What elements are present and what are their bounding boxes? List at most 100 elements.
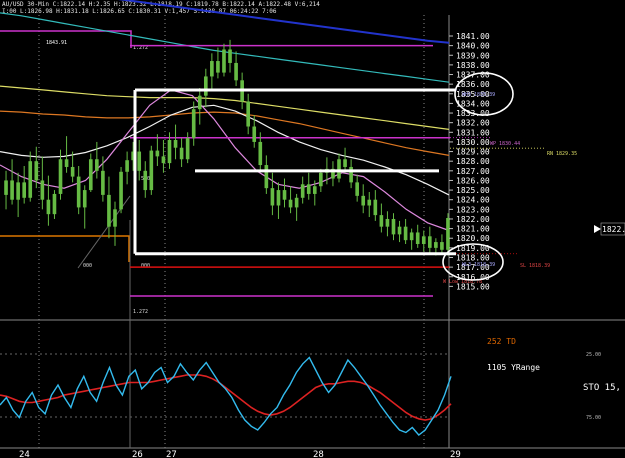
candle-body bbox=[373, 199, 378, 216]
price-tick-label: 1828.00 bbox=[456, 157, 490, 166]
candle-body bbox=[143, 170, 148, 191]
price-axis: 1841.001840.001839.001838.001837.001836.… bbox=[449, 32, 490, 291]
candle-body bbox=[210, 61, 214, 77]
price-tick-label: 1841.00 bbox=[456, 32, 490, 41]
candle-body bbox=[137, 151, 142, 171]
price-tick-label: 1822.00 bbox=[456, 215, 490, 224]
candle-body bbox=[58, 159, 63, 194]
wh3-label: WH3 1835.39 bbox=[462, 92, 495, 98]
candle-body bbox=[361, 195, 366, 206]
candle-body bbox=[391, 218, 396, 235]
price-tick-label: 1840.00 bbox=[456, 42, 490, 51]
price-tick-label: 1826.00 bbox=[456, 176, 490, 185]
candle-body bbox=[312, 186, 317, 194]
candle-body bbox=[70, 166, 75, 177]
chart-canvas[interactable]: AU/USD 30-Min C:1822.14 H:2.35 H:1823.32… bbox=[0, 0, 625, 458]
candle-body bbox=[46, 199, 51, 215]
price-tick-label: 1829.00 bbox=[456, 148, 490, 157]
date-tick-label: 27 bbox=[166, 450, 177, 458]
candle-body bbox=[288, 199, 293, 208]
candle-body bbox=[173, 140, 178, 148]
price-tick-label: 1820.00 bbox=[456, 234, 490, 243]
candle-body bbox=[337, 159, 341, 179]
price-tick-label: 1838.00 bbox=[456, 61, 490, 70]
candle-body bbox=[101, 170, 105, 195]
ma-line-white_ma bbox=[0, 104, 450, 196]
candle-body bbox=[234, 62, 238, 81]
candle-body bbox=[434, 242, 438, 248]
candle-body bbox=[264, 165, 269, 189]
candle-body bbox=[397, 226, 402, 235]
candle-body bbox=[40, 180, 45, 200]
chart-window: AU/USD 30-Min C:1822.14 H:2.35 H:1823.32… bbox=[0, 0, 625, 458]
candle-body bbox=[300, 184, 305, 198]
candle-body bbox=[258, 141, 263, 166]
candle-body bbox=[76, 176, 81, 208]
candle-body bbox=[319, 172, 323, 187]
candle-body bbox=[4, 180, 8, 195]
candle-body bbox=[282, 190, 287, 200]
candle-body bbox=[446, 218, 450, 250]
price-tick-label: 1824.00 bbox=[456, 196, 490, 205]
candle-body bbox=[167, 140, 172, 164]
moving-average-lines bbox=[0, 0, 450, 232]
rn-label: RN 1829.35 bbox=[547, 151, 577, 157]
candle-body bbox=[421, 236, 426, 245]
last-price-marker bbox=[594, 225, 601, 233]
orange-step-line bbox=[0, 235, 130, 262]
measurement-box bbox=[133, 88, 456, 256]
candle-body bbox=[95, 159, 99, 171]
fib-000-label: 000 bbox=[141, 263, 150, 269]
candle-body bbox=[64, 159, 69, 167]
candlestick-series bbox=[4, 39, 450, 256]
candle-body bbox=[52, 193, 57, 215]
candle-body bbox=[246, 101, 251, 127]
wp-label: WP 1830.44 bbox=[490, 141, 520, 147]
candle-body bbox=[252, 126, 257, 142]
candle-body bbox=[34, 161, 39, 181]
date-tick-label: 24 bbox=[19, 450, 30, 458]
yrange-label: 1105 YRange bbox=[487, 363, 540, 372]
candle-body bbox=[197, 95, 202, 110]
candle-body bbox=[228, 49, 232, 63]
sto-level-25-label: 25.00 bbox=[586, 352, 601, 358]
candle-body bbox=[440, 242, 444, 250]
candle-body bbox=[161, 156, 166, 164]
candle-body bbox=[403, 226, 408, 241]
candle-body bbox=[119, 171, 123, 210]
candle-body bbox=[306, 184, 311, 194]
candle-body bbox=[409, 232, 414, 241]
sto-d-line bbox=[0, 374, 452, 421]
lower-left-000-label: 000 bbox=[83, 263, 92, 269]
wl3-label: WL3 1818.39 bbox=[462, 262, 495, 268]
candle-body bbox=[355, 182, 359, 196]
candle-body bbox=[415, 232, 420, 245]
date-tick-label: 29 bbox=[450, 450, 461, 458]
candle-body bbox=[222, 49, 226, 73]
candle-body bbox=[294, 197, 299, 208]
candle-body bbox=[203, 76, 208, 96]
candle-body bbox=[216, 61, 220, 73]
candle-body bbox=[179, 147, 184, 160]
sto-k-line bbox=[0, 356, 452, 436]
candle-body bbox=[427, 236, 432, 248]
price-tick-label: 1827.00 bbox=[456, 167, 490, 176]
price-tick-label: 1823.00 bbox=[456, 205, 490, 214]
sto-level-75-label: 75.00 bbox=[586, 415, 601, 421]
candle-body bbox=[385, 218, 390, 227]
price-tick-label: 1839.00 bbox=[456, 51, 490, 60]
candle-body bbox=[343, 159, 347, 167]
candle-body bbox=[379, 215, 384, 227]
candle-body bbox=[191, 109, 196, 139]
candle-body bbox=[82, 190, 87, 208]
candle-body bbox=[107, 194, 111, 227]
fib-1272-bottom-label: 1.272 bbox=[133, 309, 148, 315]
candle-body bbox=[149, 150, 154, 191]
price-tick-label: 1825.00 bbox=[456, 186, 490, 195]
candle-body bbox=[349, 166, 353, 183]
stochastic-series bbox=[0, 356, 452, 436]
date-tick-label: 26 bbox=[132, 450, 143, 458]
candle-body bbox=[113, 209, 117, 227]
candle-body bbox=[155, 150, 160, 157]
sto-label: STO 15, bbox=[583, 383, 621, 393]
